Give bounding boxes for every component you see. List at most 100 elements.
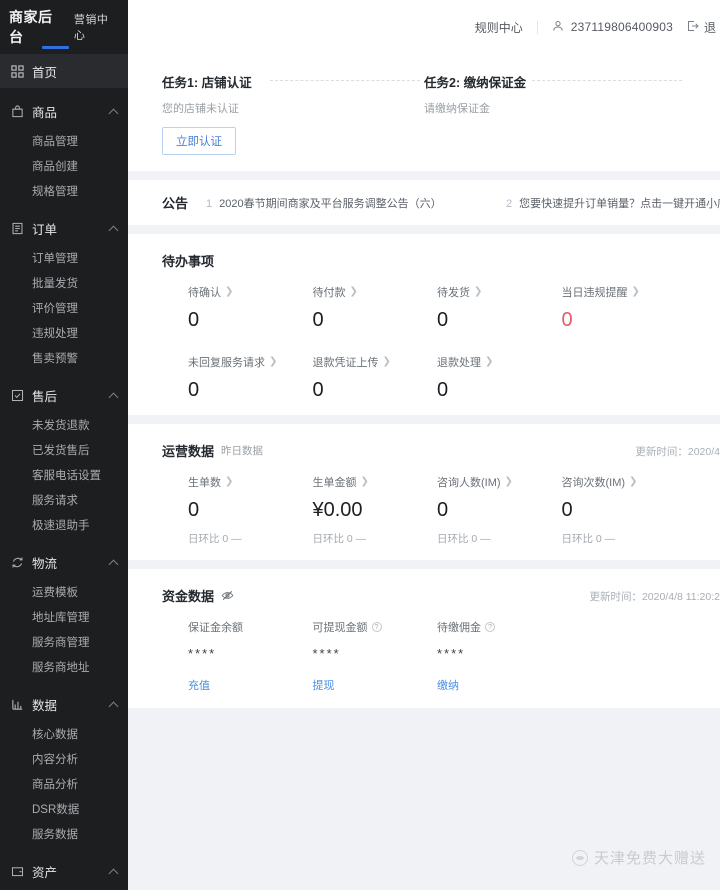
stat-label-text: 退款处理 — [437, 357, 481, 369]
app-root: 商家后台 营销中心 首页 商品 商品管理 商品创建 规格管理 订单 订单管理 批… — [0, 0, 720, 890]
stat-label-text: 当日违规提醒 — [561, 287, 628, 299]
section-title: 运营数据 — [162, 444, 215, 459]
sidebar-subitem-orders-2[interactable]: 评价管理 — [0, 295, 128, 320]
verify-now-button[interactable]: 立即认证 — [162, 127, 236, 155]
sidebar-subitem-aftersale-4[interactable]: 极速退助手 — [0, 512, 128, 537]
sidebar-group-header-goods[interactable]: 商品 — [0, 94, 128, 128]
stat-label: 当日违规提醒 ❯ — [562, 284, 687, 300]
help-icon[interactable]: ? — [485, 622, 495, 632]
todo-stat-6[interactable]: 退款处理 ❯ 0 — [437, 354, 562, 402]
stat-label-text: 咨询人数(IM) — [437, 477, 501, 489]
brand-subtitle[interactable]: 营销中心 — [74, 11, 119, 43]
sidebar: 商家后台 营销中心 首页 商品 商品管理 商品创建 规格管理 订单 订单管理 批… — [0, 0, 128, 890]
stat-value: 0 — [188, 499, 200, 521]
todo-stat-0[interactable]: 待确认 ❯ 0 — [188, 284, 313, 332]
withdraw-link[interactable]: 提现 — [313, 677, 335, 693]
sidebar-subitem-logistics-0[interactable]: 运费模板 — [0, 579, 128, 604]
todo-stat-5[interactable]: 退款凭证上传 ❯ 0 — [312, 354, 438, 402]
todo-stat-4[interactable]: 未回复服务请求 ❯ 0 — [188, 354, 313, 402]
task-desc: 请缴纳保证金 — [424, 103, 490, 115]
logout-button[interactable]: 退 — [687, 19, 716, 36]
todo-stat-2[interactable]: 待发货 ❯ 0 — [437, 284, 562, 332]
sidebar-subitem-orders-4[interactable]: 售卖预警 — [0, 345, 128, 370]
sidebar-group-label: 售后 — [32, 389, 58, 404]
sidebar-subitem-data-1[interactable]: 内容分析 — [0, 746, 128, 771]
eye-slash-icon[interactable] — [221, 589, 234, 602]
sidebar-group-label: 数据 — [32, 698, 58, 713]
sidebar-subitem-aftersale-3[interactable]: 服务请求 — [0, 487, 128, 512]
user-icon — [552, 20, 564, 35]
funds-stat-2: 待缴佣金 ? **** 缴纳 — [437, 619, 562, 694]
ops-stat-0[interactable]: 生单数 ❯ 0 日环比 0 — — [188, 474, 313, 546]
sidebar-subitem-logistics-1[interactable]: 地址库管理 — [0, 604, 128, 629]
stat-value: 0 — [561, 309, 573, 331]
brand-header: 商家后台 营销中心 — [0, 0, 128, 54]
stat-label: 未回复服务请求 ❯ — [188, 354, 313, 370]
task-desc: 您的店铺未认证 — [162, 103, 239, 115]
account-info[interactable]: 237119806400903 — [552, 20, 673, 35]
task-1: 任务1: 店铺认证 您的店铺未认证 立即认证 — [162, 72, 424, 155]
sidebar-subitem-data-3[interactable]: DSR数据 — [0, 796, 128, 821]
funds-update-time: 更新时间：2020/4/8 11:20:2 — [589, 591, 720, 603]
sidebar-group-header-logistics[interactable]: 物流 — [0, 545, 128, 579]
todo-stat-spacer — [562, 354, 687, 401]
chevron-right-icon: ❯ — [631, 286, 640, 297]
sidebar-subitem-goods-1[interactable]: 商品创建 — [0, 153, 128, 178]
sidebar-subitem-aftersale-2[interactable]: 客服电话设置 — [0, 462, 128, 487]
stat-label-text: 可提现金额 — [312, 622, 368, 634]
sidebar-subitem-data-4[interactable]: 服务数据 — [0, 821, 128, 846]
sidebar-group-header-aftersale[interactable]: 售后 — [0, 378, 128, 412]
sidebar-subitem-logistics-3[interactable]: 服务商地址 — [0, 654, 128, 679]
grid-icon — [10, 64, 24, 78]
chevron-right-icon: ❯ — [269, 356, 278, 367]
masked-value: **** — [312, 646, 341, 661]
doc-icon — [10, 221, 24, 235]
masked-value: **** — [437, 646, 466, 661]
sidebar-subitem-orders-0[interactable]: 订单管理 — [0, 245, 128, 270]
sidebar-group-label: 商品 — [32, 105, 58, 120]
top-bar-actions: 规则中心 237119806400903 退 — [475, 19, 720, 36]
todo-stat-1[interactable]: 待付款 ❯ 0 — [313, 284, 438, 332]
stat-label: 待确认 ❯ — [188, 284, 313, 300]
recharge-link[interactable]: 充值 — [188, 677, 210, 693]
sidebar-subitem-aftersale-1[interactable]: 已发货售后 — [0, 437, 128, 462]
stat-value: 0 — [312, 379, 324, 401]
notice-text: 您要快速提升订单销量？点击一键开通小店广告渠道~ — [519, 197, 720, 210]
help-icon[interactable]: ? — [371, 622, 382, 632]
sidebar-subitem-goods-2[interactable]: 规格管理 — [0, 178, 128, 203]
ops-stat-1[interactable]: 生单金额 ❯ ¥0.00 日环比 0 — — [313, 474, 438, 546]
sidebar-group-header-data[interactable]: 数据 — [0, 687, 128, 721]
sidebar-subitem-goods-0[interactable]: 商品管理 — [0, 128, 128, 153]
sidebar-subitem-data-2[interactable]: 商品分析 — [0, 771, 128, 796]
sidebar-subitem-orders-3[interactable]: 违规处理 — [0, 320, 128, 345]
sidebar-group-header-orders[interactable]: 订单 — [0, 211, 128, 245]
sidebar-subitem-orders-1[interactable]: 批量发货 — [0, 270, 128, 295]
notice-item-0[interactable]: 1 2020春节期间商家及平台服务调整公告（六） — [206, 195, 506, 211]
sidebar-nav: 首页 商品 商品管理 商品创建 规格管理 订单 订单管理 批量发货 评价管理 违… — [0, 54, 128, 890]
stat-label: 可提现金额 ? — [313, 619, 438, 635]
sidebar-subitem-data-0[interactable]: 核心数据 — [0, 721, 128, 746]
watermark-text: 天津免费大赠送 — [593, 850, 706, 867]
chevron-up-icon — [108, 868, 119, 879]
pay-commission-link[interactable]: 缴纳 — [437, 677, 459, 693]
ops-stat-3[interactable]: 咨询次数(IM) ❯ 0 日环比 0 — — [562, 474, 687, 546]
stat-label: 保证金余额 — [188, 619, 313, 635]
stat-label: 待发货 ❯ — [437, 284, 562, 300]
sidebar-group-header-assets[interactable]: 资产 — [0, 854, 128, 888]
notice-list: 1 2020春节期间商家及平台服务调整公告（六） 2 您要快速提升订单销量？点击… — [206, 195, 720, 211]
notice-item-1[interactable]: 2 您要快速提升订单销量？点击一键开通小店广告渠道~ — [506, 195, 720, 211]
wechat-icon — [571, 849, 588, 866]
sidebar-item-home[interactable]: 首页 — [0, 54, 128, 88]
ops-stat-2[interactable]: 咨询人数(IM) ❯ 0 日环比 0 — — [437, 474, 562, 546]
top-bar: 规则中心 237119806400903 退 — [128, 0, 720, 54]
sidebar-subitem-aftersale-0[interactable]: 未发货退款 — [0, 412, 128, 437]
rule-center-link[interactable]: 规则中心 — [475, 19, 523, 36]
todo-row-1: 待确认 ❯ 0 待付款 ❯ 0 待发货 ❯ 0 当日违规提醒 ❯ 0 — [162, 284, 687, 332]
brand-title: 商家后台 — [9, 9, 53, 45]
sidebar-group-logistics: 物流 运费模板 地址库管理 服务商管理 服务商地址 — [0, 545, 128, 679]
todo-stat-3[interactable]: 当日违规提醒 ❯ 0 — [561, 284, 687, 332]
stat-value: 0 — [188, 379, 200, 401]
sidebar-subitem-logistics-2[interactable]: 服务商管理 — [0, 629, 128, 654]
stat-label-text: 退款凭证上传 — [312, 357, 379, 369]
chevron-right-icon: ❯ — [349, 286, 358, 297]
